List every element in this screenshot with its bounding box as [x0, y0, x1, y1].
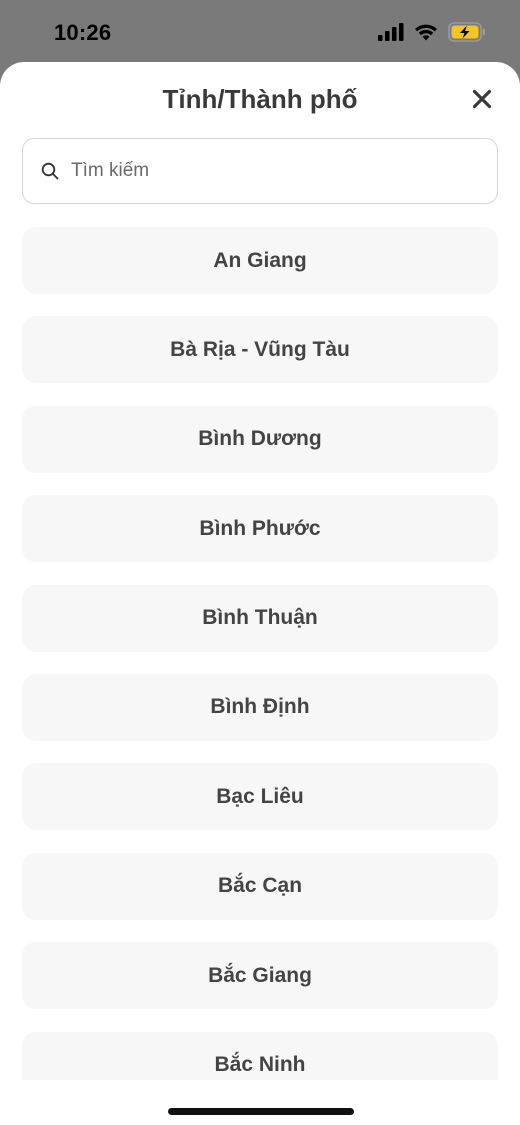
- search-input[interactable]: [71, 160, 471, 182]
- status-time: 10:26: [54, 20, 112, 45]
- province-item-binh-duong[interactable]: Bình Dương: [22, 405, 498, 473]
- province-item-ba-ria-vung-tau[interactable]: Bà Rịa - Vũng Tàu: [22, 316, 498, 384]
- province-item-binh-phuoc[interactable]: Bình Phước: [22, 495, 498, 563]
- wifi-icon: [415, 24, 437, 41]
- battery-charging-icon: [448, 22, 485, 42]
- status-icons: [378, 22, 486, 42]
- sheet-title: Tỉnh/Thành phố: [162, 84, 358, 114]
- province-item-bac-ninh[interactable]: Bắc Ninh: [22, 1031, 498, 1080]
- search-icon: [41, 162, 59, 180]
- home-indicator: [168, 1108, 354, 1115]
- province-item-bac-giang[interactable]: Bắc Giang: [22, 942, 498, 1010]
- search-box[interactable]: [22, 138, 498, 204]
- close-icon: [472, 89, 492, 109]
- province-list: An Giang Bà Rịa - Vũng Tàu Bình Dương Bì…: [22, 227, 498, 1080]
- province-item-binh-thuan[interactable]: Bình Thuận: [22, 584, 498, 652]
- status-bar: 10:26: [0, 0, 520, 62]
- province-item-binh-dinh[interactable]: Bình Định: [22, 673, 498, 741]
- cellular-signal-icon: [378, 23, 404, 41]
- close-button[interactable]: [470, 87, 494, 111]
- bottom-sheet: Tỉnh/Thành phố An Giang Bà Rịa - Vũng Tà…: [0, 62, 520, 1125]
- province-item-bac-lieu[interactable]: Bạc Liêu: [22, 763, 498, 831]
- sheet-header: Tỉnh/Thành phố: [0, 62, 520, 138]
- province-item-bac-can[interactable]: Bắc Cạn: [22, 852, 498, 920]
- province-item-an-giang[interactable]: An Giang: [22, 227, 498, 294]
